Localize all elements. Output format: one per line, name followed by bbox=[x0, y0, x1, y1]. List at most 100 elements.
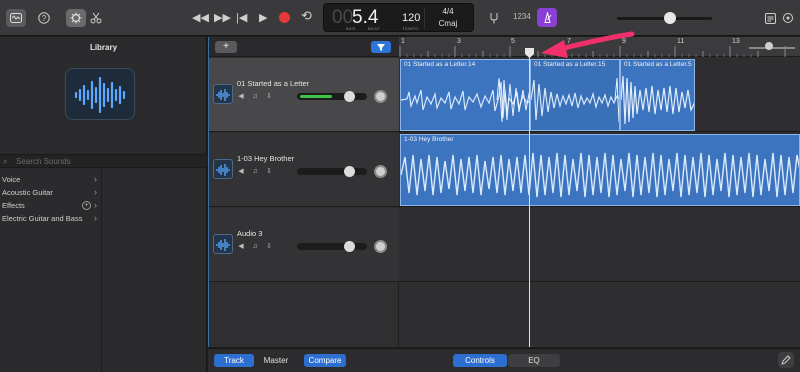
loop-icon bbox=[783, 13, 793, 23]
count-in-button[interactable]: 1234 bbox=[513, 12, 531, 21]
audio-track-icon bbox=[213, 234, 233, 254]
library-button[interactable] bbox=[6, 9, 26, 27]
library-item-label: Electric Guitar and Bass bbox=[2, 214, 83, 223]
headphones-icon[interactable]: ♫ bbox=[251, 168, 259, 176]
plus-circle-icon[interactable]: + bbox=[82, 201, 91, 210]
zoom-slider-knob[interactable] bbox=[765, 42, 773, 50]
chevron-right-icon: › bbox=[94, 174, 97, 184]
lcd-time-signature[interactable]: 4/4 bbox=[436, 7, 460, 16]
play-button[interactable]: ▶ bbox=[259, 10, 267, 26]
region-name: 01 Started as a Letter.14 bbox=[404, 61, 476, 68]
record-enable-icon[interactable]: ⇩ bbox=[265, 93, 273, 101]
tracks-area[interactable]: 1 3 5 7 9 11 13 01 Started as a Letter.1… bbox=[399, 37, 800, 347]
mute-icon[interactable]: ◀ bbox=[237, 243, 245, 251]
library-search[interactable]: ⌕ Search Sounds bbox=[0, 154, 207, 168]
compare-button[interactable]: Compare bbox=[304, 354, 346, 367]
tab-eq[interactable]: EQ bbox=[508, 354, 560, 367]
track-header-1[interactable]: 01 Started as a Letter ◀ ♫ ⇩ bbox=[209, 58, 399, 132]
track-header-3[interactable]: Audio 3 ◀ ♫ ⇩ bbox=[209, 208, 399, 282]
lcd-display[interactable]: 00 5.4 BAR BEAT 120 TEMPO 4/4 Cmaj bbox=[323, 3, 474, 32]
pan-knob[interactable] bbox=[374, 165, 387, 178]
search-icon: ⌕ bbox=[3, 157, 8, 166]
track-lane-3[interactable] bbox=[399, 208, 800, 282]
track-headers: + 01 Started as a Letter ◀ ♫ ⇩ 1-03 Hey … bbox=[208, 37, 399, 347]
notepad-button[interactable] bbox=[760, 9, 780, 27]
library-icon bbox=[10, 13, 22, 23]
lcd-tempo[interactable]: 120 bbox=[402, 12, 420, 24]
editor-button[interactable] bbox=[86, 9, 106, 27]
help-button[interactable]: ? bbox=[34, 9, 54, 27]
ruler-ticks bbox=[399, 46, 786, 57]
tab-controls[interactable]: Controls bbox=[453, 354, 507, 367]
pan-knob[interactable] bbox=[374, 240, 387, 253]
region-waveform bbox=[401, 152, 799, 198]
svg-text:?: ? bbox=[42, 14, 47, 23]
record-enable-icon[interactable]: ⇩ bbox=[265, 243, 273, 251]
metronome-button[interactable] bbox=[537, 8, 557, 27]
library-item-voice[interactable]: Voice › bbox=[0, 173, 101, 186]
tuning-fork-icon bbox=[490, 13, 498, 24]
question-mark-icon: ? bbox=[38, 12, 50, 24]
track-volume-knob[interactable] bbox=[344, 241, 355, 252]
loop-browser-button[interactable] bbox=[778, 9, 798, 27]
cycle-button[interactable]: ⟲ bbox=[301, 8, 312, 24]
track-volume-knob[interactable] bbox=[344, 166, 355, 177]
smart-controls-button[interactable] bbox=[66, 9, 86, 27]
track-volume-slider[interactable] bbox=[297, 243, 367, 250]
library-item-label: Effects bbox=[2, 201, 25, 210]
library-item-electric-guitar-and-bass[interactable]: Electric Guitar and Bass › bbox=[0, 212, 101, 225]
tuner-button[interactable] bbox=[484, 9, 504, 27]
waveform-icon bbox=[74, 76, 126, 114]
filter-icon bbox=[377, 44, 385, 51]
headphones-icon[interactable]: ♫ bbox=[251, 243, 259, 251]
library-item-acoustic-guitar[interactable]: Acoustic Guitar › bbox=[0, 186, 101, 199]
ruler[interactable]: 1 3 5 7 9 11 13 bbox=[399, 37, 800, 57]
library-item-label: Acoustic Guitar bbox=[2, 188, 53, 197]
chevron-right-icon: › bbox=[94, 200, 97, 210]
mute-icon[interactable]: ◀ bbox=[237, 168, 245, 176]
mute-icon[interactable]: ◀ bbox=[237, 93, 245, 101]
master-volume-knob[interactable] bbox=[664, 12, 676, 24]
lcd-key[interactable]: Cmaj bbox=[434, 19, 462, 28]
lcd-separator bbox=[424, 8, 425, 29]
add-track-button[interactable]: + bbox=[215, 41, 237, 53]
region-waveform bbox=[531, 77, 619, 123]
library-panel: Library ⌕ Search Sounds Voice › Acoustic… bbox=[0, 37, 207, 372]
track-name[interactable]: 01 Started as a Letter bbox=[237, 79, 309, 88]
pan-knob[interactable] bbox=[374, 90, 387, 103]
scissors-icon bbox=[90, 12, 102, 24]
playhead-line[interactable] bbox=[529, 51, 530, 347]
record-enable-icon[interactable]: ⇩ bbox=[265, 168, 273, 176]
lcd-tempo-label: TEMPO bbox=[402, 26, 419, 31]
chevron-right-icon: › bbox=[94, 213, 97, 223]
record-button[interactable] bbox=[279, 12, 290, 23]
headphones-icon[interactable]: ♫ bbox=[251, 93, 259, 101]
track-header-2[interactable]: 1-03 Hey Brother ◀ ♫ ⇩ bbox=[209, 133, 399, 207]
knob-icon bbox=[70, 12, 82, 24]
smart-controls-bar: Track Master Compare Controls EQ bbox=[208, 348, 800, 372]
tab-track[interactable]: Track bbox=[214, 354, 254, 367]
audio-region[interactable]: 01 Started as a Letter.15 bbox=[530, 59, 620, 131]
level-meter bbox=[300, 95, 332, 98]
audio-region[interactable]: 01 Started as a Letter.14 bbox=[400, 59, 530, 131]
library-title: Library bbox=[89, 43, 118, 52]
region-filter-button[interactable] bbox=[371, 41, 391, 53]
pencil-icon bbox=[781, 355, 791, 365]
notepad-icon bbox=[764, 12, 776, 24]
track-name[interactable]: 1-03 Hey Brother bbox=[237, 154, 294, 163]
tab-master[interactable]: Master bbox=[256, 354, 296, 367]
track-name[interactable]: Audio 3 bbox=[237, 229, 262, 238]
library-item-effects[interactable]: Effects + › bbox=[0, 199, 101, 212]
rewind-button[interactable]: ◀◀ bbox=[192, 10, 209, 26]
track-volume-knob[interactable] bbox=[344, 91, 355, 102]
go-to-start-button[interactable]: |◀ bbox=[236, 10, 247, 26]
audio-region[interactable]: 1-03 Hey Brother bbox=[400, 134, 800, 206]
track-volume-slider[interactable] bbox=[297, 93, 367, 100]
audio-region[interactable]: 01 Started as a Letter.5 bbox=[620, 59, 695, 131]
smart-controls-options-button[interactable] bbox=[778, 352, 794, 368]
region-name: 01 Started as a Letter.5 bbox=[624, 61, 692, 68]
audio-track-icon bbox=[213, 84, 233, 104]
region-waveform bbox=[401, 77, 529, 123]
fast-forward-button[interactable]: ▶▶ bbox=[214, 10, 231, 26]
track-volume-slider[interactable] bbox=[297, 168, 367, 175]
